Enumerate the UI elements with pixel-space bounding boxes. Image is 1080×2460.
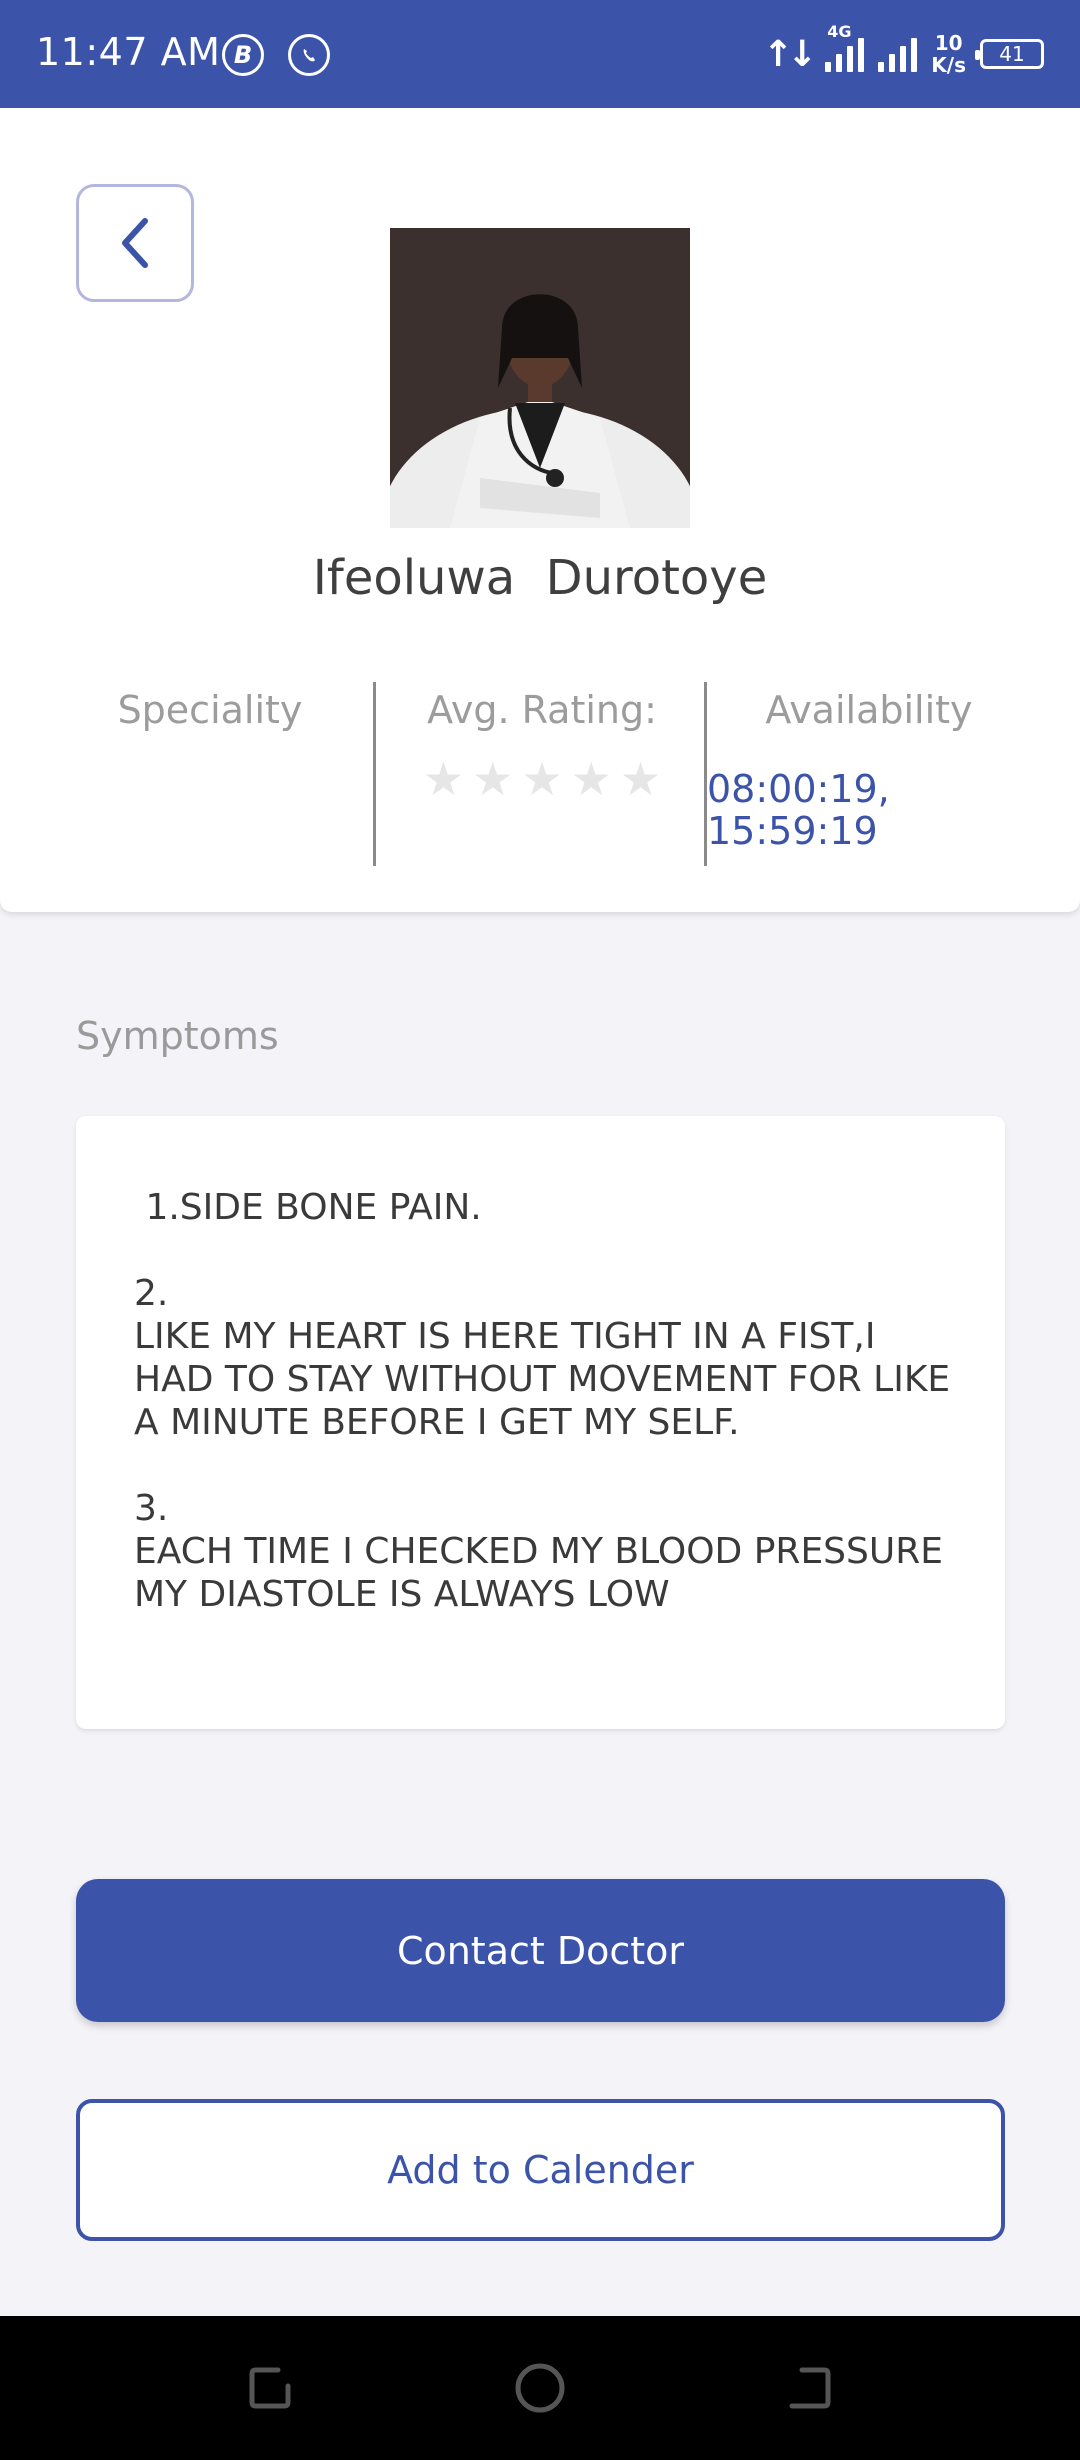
speciality-column: Speciality (50, 688, 370, 874)
symptoms-title: Symptoms (76, 1014, 279, 1058)
whatsapp-icon (288, 34, 330, 76)
star-icon: ★ (619, 752, 662, 806)
rating-label: Avg. Rating: (427, 688, 657, 732)
stats-divider (373, 682, 376, 866)
star-icon: ★ (570, 752, 612, 806)
b-icon: B (222, 34, 264, 76)
chevron-left-icon (122, 218, 148, 268)
rating-stars: ★ ★ ★ ★ ★ (378, 756, 706, 802)
star-icon: ★ (521, 752, 563, 806)
speciality-label: Speciality (117, 688, 303, 732)
signal-4g-icon: 4G (825, 22, 865, 72)
star-icon: ★ (472, 752, 514, 806)
speed-value: 10 (934, 31, 963, 55)
home-icon[interactable] (512, 2360, 568, 2416)
recent-apps-icon[interactable] (242, 2360, 298, 2416)
rating-column: Avg. Rating: ★ ★ ★ ★ ★ (378, 688, 706, 874)
speed-unit: K/s (931, 53, 966, 77)
data-transfer-icon: ↑↓ (762, 33, 817, 75)
back-button[interactable] (76, 184, 194, 302)
contact-doctor-button[interactable]: Contact Doctor (76, 1879, 1005, 2022)
network-speed: 10 K/s (931, 32, 966, 76)
status-indicators: ↑↓ 4G 10 K/s 41 (762, 22, 1044, 82)
availability-value: 08:00:19, 15:59:19 (707, 767, 890, 853)
status-time: 11:47 AM (36, 30, 221, 74)
add-to-calendar-button[interactable]: Add to Calender (76, 2099, 1005, 2241)
system-nav-bar (0, 2316, 1080, 2460)
availability-label: Availability (765, 688, 973, 732)
status-bar: 11:47 AM B ↑↓ 4G 10 K/s 41 (0, 0, 1080, 108)
battery-icon: 41 (975, 39, 1044, 69)
symptoms-text: 1.SIDE BONE PAIN. 2. LIKE MY HEART IS HE… (134, 1187, 951, 1615)
doctor-header-card: Ifeoluwa Durotoye Speciality Avg. Rating… (0, 108, 1080, 912)
back-nav-icon[interactable] (782, 2360, 838, 2416)
star-icon: ★ (422, 752, 465, 806)
doctor-name: Ifeoluwa Durotoye (312, 550, 768, 606)
symptoms-card: 1.SIDE BONE PAIN. 2. LIKE MY HEART IS HE… (76, 1116, 1005, 1729)
doctor-avatar (390, 228, 690, 528)
network-type: 4G (827, 22, 852, 41)
signal-icon (878, 36, 918, 72)
battery-level: 41 (999, 42, 1025, 66)
